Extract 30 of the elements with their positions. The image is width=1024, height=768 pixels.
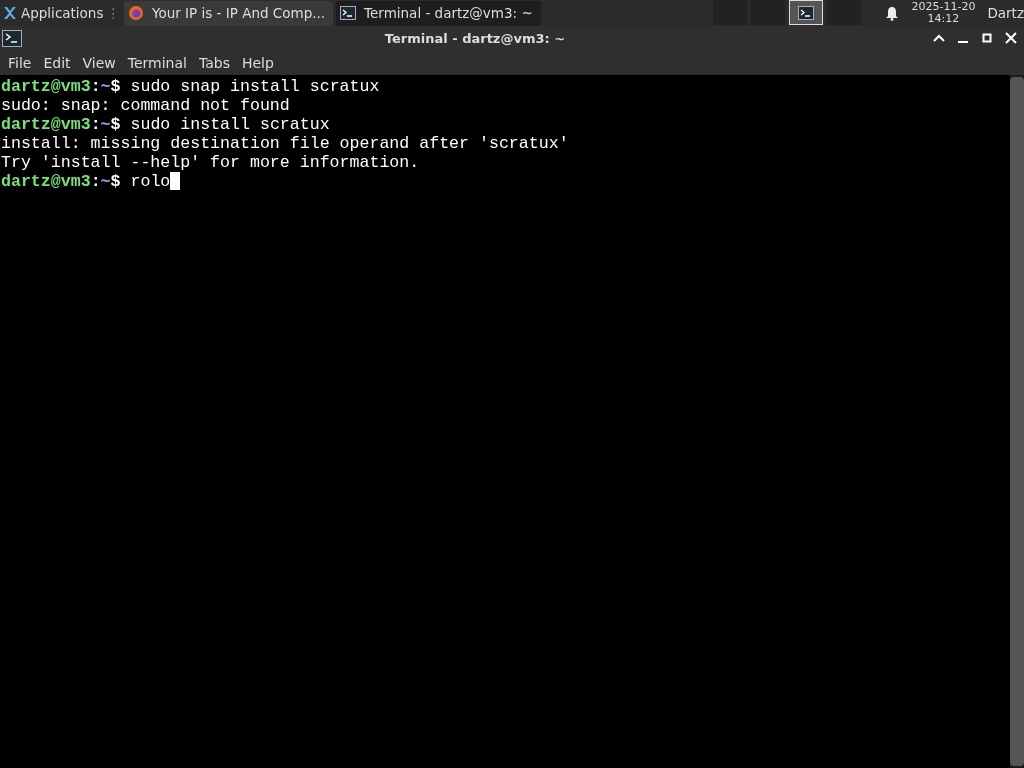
output-line: install: missing destination file operand after 'scratux' bbox=[1, 134, 569, 153]
terminal-icon bbox=[798, 5, 815, 20]
menu-item[interactable]: Edit bbox=[37, 54, 77, 71]
prompt-line: dartz@vm3:~$ sudo install scratux bbox=[1, 115, 330, 134]
caret-up-icon bbox=[933, 34, 945, 42]
prompt-line: dartz@vm3:~$ sudo snap install scratux bbox=[1, 77, 380, 96]
maximize-icon bbox=[982, 33, 992, 43]
terminal-icon bbox=[340, 6, 357, 20]
menu-item[interactable]: Help bbox=[235, 54, 280, 71]
menu-item[interactable]: File bbox=[2, 54, 38, 71]
output-line: Try 'install --help' for more information. bbox=[1, 153, 420, 172]
menu-item[interactable]: Tabs bbox=[192, 54, 236, 71]
menu-item[interactable]: Terminal bbox=[121, 54, 193, 71]
app-menu-icon bbox=[2, 5, 18, 21]
applications-menu[interactable]: Applications ⋮ bbox=[0, 0, 124, 26]
scrollbar[interactable] bbox=[1010, 75, 1024, 768]
user-name[interactable]: Dartz bbox=[987, 5, 1024, 21]
prompt-line: dartz@vm3:~$ rolo bbox=[1, 172, 171, 191]
browser-icon bbox=[127, 5, 144, 21]
menu-item[interactable]: View bbox=[76, 54, 122, 71]
output-line: sudo: snap: command not found bbox=[1, 96, 290, 115]
taskbar-button[interactable]: Terminal - dartz@vm3: ~ bbox=[336, 0, 541, 26]
minimize-icon bbox=[957, 41, 969, 43]
notification-bell-icon[interactable] bbox=[885, 5, 900, 21]
window-title: Terminal - dartz@vm3: ~ bbox=[383, 30, 567, 46]
close-icon bbox=[1005, 32, 1017, 44]
clock[interactable]: 2025-11-20 14:12 bbox=[911, 1, 976, 25]
workspace-button[interactable] bbox=[789, 0, 824, 25]
taskbar-button[interactable]: Your IP is - IP And Comp... bbox=[123, 0, 334, 26]
terminal-icon bbox=[2, 29, 22, 47]
